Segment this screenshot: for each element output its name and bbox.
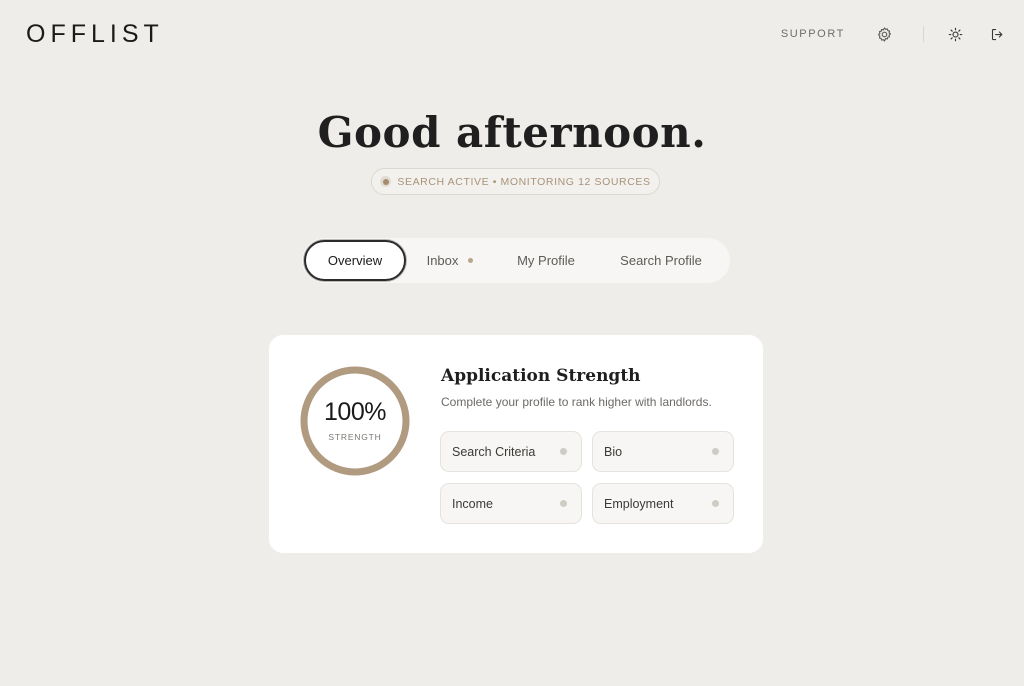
status-indicator-icon: [380, 176, 392, 187]
profile-item-employment[interactable]: Employment: [592, 483, 734, 524]
profile-item-income[interactable]: Income: [440, 483, 582, 524]
tab-label: Inbox: [426, 253, 459, 268]
status-dot-icon: [560, 500, 567, 507]
card-title: Application Strength: [441, 366, 641, 386]
strength-value: 100%: [324, 398, 386, 426]
unread-dot-icon: [468, 258, 474, 263]
tab-label: My Profile: [517, 253, 575, 268]
status-dot-icon: [712, 448, 719, 455]
profile-item-label: Income: [452, 496, 493, 511]
search-status-badge: SEARCH ACTIVE • MONITORING 12 SOURCES: [371, 168, 660, 195]
top-bar: OFFLIST SUPPORT: [0, 0, 1024, 68]
section-tabs: Overview Inbox My Profile Search Profile: [302, 238, 730, 283]
profile-item-label: Employment: [604, 496, 674, 511]
strength-ring: 100% STRENGTH: [299, 365, 411, 477]
tab-label: Overview: [327, 253, 383, 268]
logout-button[interactable]: [986, 23, 1008, 45]
card-subtitle: Complete your profile to rank higher wit…: [441, 395, 712, 409]
page: OFFLIST SUPPORT Good afternoon. SEARCH A…: [0, 0, 1024, 686]
gear-icon: [877, 26, 891, 42]
greeting-heading: Good afternoon.: [317, 108, 707, 157]
status-dot-icon: [560, 448, 567, 455]
header-divider: [923, 26, 924, 42]
status-dot-icon: [712, 500, 719, 507]
theme-toggle-button[interactable]: [944, 23, 966, 45]
logout-icon: [991, 28, 1002, 40]
tab-search-profile[interactable]: Search Profile: [598, 240, 724, 281]
profile-item-label: Search Criteria: [452, 444, 536, 459]
sun-icon: [948, 27, 962, 41]
header-actions: SUPPORT: [781, 22, 1008, 46]
profile-item-search-criteria[interactable]: Search Criteria: [440, 431, 582, 472]
tab-inbox[interactable]: Inbox: [406, 240, 494, 281]
tab-overview[interactable]: Overview: [304, 240, 406, 281]
tab-label: Search Profile: [620, 253, 702, 268]
support-link[interactable]: SUPPORT: [781, 28, 845, 40]
tab-my-profile[interactable]: My Profile: [494, 240, 598, 281]
profile-item-label: Bio: [604, 444, 623, 459]
strength-label: STRENGTH: [328, 432, 382, 442]
offlist-logo[interactable]: OFFLIST: [26, 20, 164, 49]
settings-button[interactable]: [873, 23, 895, 45]
profile-item-bio[interactable]: Bio: [592, 431, 734, 472]
application-strength-card: 100% STRENGTH Application Strength Compl…: [269, 335, 763, 553]
status-text: SEARCH ACTIVE • MONITORING 12 SOURCES: [397, 175, 651, 188]
